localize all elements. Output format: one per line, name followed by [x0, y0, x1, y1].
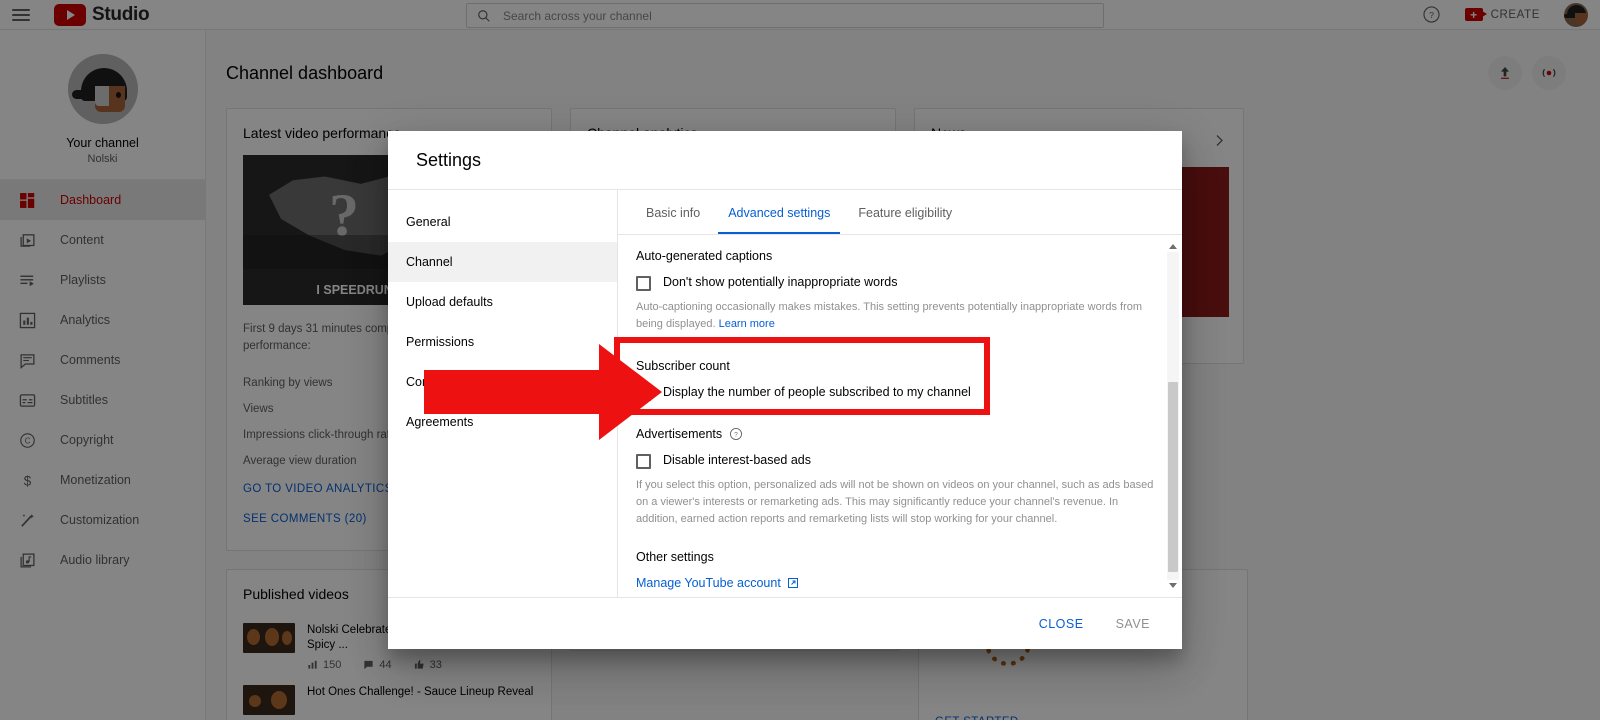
settings-nav-upload-defaults[interactable]: Upload defaults [388, 282, 617, 322]
tab-label: Advanced settings [728, 206, 831, 220]
chevron-down-icon [1169, 583, 1177, 588]
settings-nav-label: General [406, 215, 451, 229]
tab-basic-info[interactable]: Basic info [636, 190, 710, 234]
tab-feature-eligibility[interactable]: Feature eligibility [848, 190, 962, 234]
settings-main-panel: Basic info Advanced settings Feature eli… [618, 190, 1182, 597]
inappropriate-words-row[interactable]: Don't show potentially inappropriate wor… [636, 275, 1156, 291]
tab-advanced-settings[interactable]: Advanced settings [718, 190, 841, 234]
dialog-footer: CLOSE SAVE [388, 597, 1182, 649]
link-label: Manage YouTube account [636, 576, 781, 591]
section-heading: Auto-generated captions [636, 249, 773, 263]
manage-youtube-account-link[interactable]: Manage YouTube account [636, 576, 1156, 590]
subscriber-count-checkbox[interactable] [636, 386, 651, 402]
scrollbar-track[interactable] [1167, 252, 1179, 580]
checkbox-label: Don't show potentially inappropriate wor… [663, 275, 898, 289]
settings-nav-permissions[interactable]: Permissions [388, 322, 617, 362]
checkbox-label: Display the number of people subscribed … [663, 385, 971, 400]
advertisements-section: Advertisements ? Disable interest-based … [636, 427, 1156, 528]
subscriber-count-section: Subscriber count Display the number of p… [636, 359, 1156, 402]
subscriber-count-row[interactable]: Display the number of people subscribed … [636, 385, 1156, 402]
scroll-up-button[interactable] [1167, 241, 1179, 252]
section-heading-row: Advertisements ? [636, 427, 1156, 441]
screen-root: Studio ? CREATE [0, 0, 1600, 720]
settings-nav-label: Channel [406, 255, 453, 269]
dialog-title: Settings [416, 149, 482, 170]
tab-label: Feature eligibility [858, 206, 953, 220]
checkbox-label: Disable interest-based ads [663, 453, 811, 468]
help-circle-icon[interactable]: ? [729, 427, 743, 441]
captions-helper-text: Auto-captioning occasionally makes mista… [636, 299, 1156, 333]
settings-nav-channel[interactable]: Channel [388, 242, 617, 282]
settings-nav-label: Permissions [406, 335, 475, 349]
inappropriate-words-checkbox[interactable] [636, 276, 651, 291]
other-settings-section: Other settings Manage YouTube account Re… [636, 550, 1156, 597]
advanced-settings-panel: Auto-generated captions Don't show poten… [618, 235, 1182, 597]
section-heading: Advertisements [636, 427, 723, 442]
settings-nav-general[interactable]: General [388, 202, 617, 242]
settings-nav-community[interactable]: Community [388, 362, 617, 402]
external-link-icon [787, 578, 798, 589]
helper-text: Auto-captioning occasionally makes mista… [636, 301, 1143, 331]
close-button[interactable]: CLOSE [1029, 609, 1094, 639]
learn-more-link[interactable]: Learn more [719, 318, 775, 330]
scrollbar-thumb[interactable] [1168, 382, 1178, 572]
advertisements-helper-text: If you select this option, personalized … [636, 479, 1154, 526]
tab-label: Basic info [646, 206, 701, 220]
save-button[interactable]: SAVE [1106, 609, 1160, 639]
settings-nav-label: Upload defaults [406, 295, 493, 309]
chevron-up-icon [1169, 244, 1177, 249]
svg-text:?: ? [734, 432, 738, 439]
settings-tabs: Basic info Advanced settings Feature eli… [618, 190, 1182, 235]
auto-captions-section: Auto-generated captions Don't show poten… [636, 249, 1156, 333]
settings-nav-agreements[interactable]: Agreements [388, 402, 617, 442]
disable-ads-row[interactable]: Disable interest-based ads [636, 453, 1156, 470]
panel-scrollbar[interactable] [1167, 241, 1179, 591]
scroll-down-button[interactable] [1167, 580, 1179, 591]
disable-interest-ads-checkbox[interactable] [636, 454, 651, 470]
settings-nav-label: Agreements [406, 415, 474, 429]
dialog-header: Settings [388, 131, 1182, 189]
settings-dialog: Settings General Channel Upload defaults… [388, 131, 1182, 649]
settings-nav-label: Community [406, 375, 470, 389]
settings-nav: General Channel Upload defaults Permissi… [388, 190, 618, 597]
section-heading: Other settings [636, 550, 714, 565]
section-heading: Subscriber count [636, 359, 730, 374]
dialog-body: General Channel Upload defaults Permissi… [388, 189, 1182, 597]
